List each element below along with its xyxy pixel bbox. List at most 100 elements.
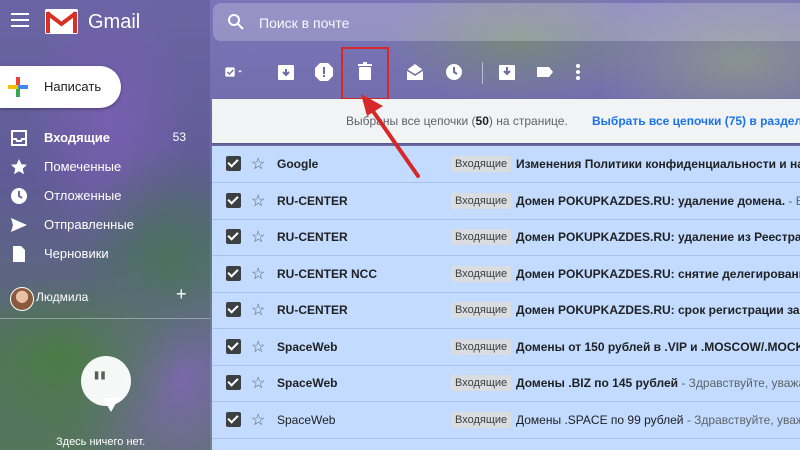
email-row[interactable]: ☆ SpaceWeb Входящие Домены .BIZ по 145 рубл…	[212, 365, 800, 402]
unread-count: 53	[172, 130, 186, 144]
label-badge: Входящие	[451, 229, 512, 245]
email-sender: SpaceWeb	[277, 412, 336, 427]
label-badge: Входящие	[451, 338, 512, 355]
email-sender: SpaceWeb	[277, 376, 338, 390]
email-sender: SpaceWeb	[277, 339, 338, 354]
archive-icon[interactable]	[276, 62, 296, 82]
search-icon[interactable]	[227, 13, 245, 31]
email-sender: Google	[277, 157, 319, 171]
email-subject: Изменения Политики конфиденциальности и …	[516, 157, 800, 171]
row-checkbox[interactable]	[226, 302, 241, 317]
row-checkbox[interactable]	[226, 411, 241, 427]
star-icon[interactable]: ☆	[251, 191, 265, 211]
sidebar-divider	[0, 318, 210, 319]
label-badge: Входящие	[451, 156, 512, 172]
inbox-icon	[11, 130, 27, 146]
nav-item-snoozed[interactable]: Отложенные	[0, 183, 200, 209]
email-subject: Домен POKUPKAZDES.RU: снятие делегирован…	[516, 266, 800, 281]
search-bar[interactable]	[213, 3, 800, 41]
email-row[interactable]: ☆ RU-CENTER Входящие Домен POKUPKAZDES.RU: …	[212, 219, 800, 256]
email-subject: Домен POKUPKAZDES.RU: срок регистрации з…	[516, 303, 800, 317]
email-sender: RU-CENTER NCC	[277, 266, 377, 281]
row-checkbox[interactable]	[226, 229, 241, 244]
nav-item-inbox[interactable]: Входящие 53	[0, 125, 200, 151]
email-subject: Домены от 150 рублей в .VIP и .MOSCOW/.M…	[516, 339, 800, 354]
main-menu-icon[interactable]	[11, 13, 29, 27]
star-icon	[11, 159, 27, 175]
row-checkbox[interactable]	[226, 192, 241, 208]
email-subject: Домены .BIZ по 145 рублей	[516, 376, 678, 390]
draft-icon	[13, 246, 25, 262]
email-row[interactable]: ☆ SpaceWeb Входящие Домены от 150 рублей в …	[212, 329, 800, 366]
row-checkbox[interactable]	[226, 156, 241, 171]
move-to-icon[interactable]	[497, 62, 517, 82]
compose-button[interactable]: Написать	[0, 66, 121, 108]
nav-label: Помеченные	[44, 159, 122, 174]
gmail-logo[interactable]	[45, 9, 78, 34]
nav-item-sent[interactable]: Отправленные	[0, 212, 200, 238]
email-subject-line: Изменения Политики конфиденциальности и …	[516, 157, 800, 171]
email-subject: Домен POKUPKAZDES.RU: удаление из Реестр…	[516, 230, 800, 244]
annotation-arrow	[361, 94, 420, 178]
star-icon[interactable]: ☆	[251, 264, 265, 284]
email-row[interactable]: ☆ RU-CENTER Входящие Домен POKUPKAZDES.RU: …	[212, 183, 800, 220]
select-all-checkbox-icon[interactable]	[224, 62, 244, 82]
label-badge: Входящие	[451, 265, 512, 282]
report-spam-icon[interactable]	[314, 62, 334, 82]
avatar[interactable]	[10, 287, 34, 311]
email-subject: Домен POKUPKAZDES.RU: удаление домена.	[516, 193, 786, 208]
star-icon[interactable]: ☆	[251, 300, 265, 320]
send-icon	[11, 218, 27, 232]
snooze-icon[interactable]	[444, 62, 464, 82]
email-subject-line: Домены .SPACE по 99 рублей - Здравствуйт…	[516, 413, 800, 427]
app-brand: Gmail	[88, 11, 141, 33]
email-subject-line: Домены .BIZ по 145 рублей - Здравствуйте…	[516, 376, 800, 390]
star-icon[interactable]: ☆	[251, 410, 265, 430]
nav-label: Отложенные	[44, 188, 122, 203]
hangouts-empty-text: Здесь ничего нет.	[56, 436, 146, 448]
label-badge: Входящие	[451, 411, 512, 428]
mark-as-read-icon[interactable]	[405, 62, 425, 82]
selection-count: 50	[475, 114, 489, 128]
row-checkbox[interactable]	[226, 338, 241, 354]
selection-banner: Выбраны все цепочки (50) на странице. Вы…	[212, 99, 800, 143]
more-icon[interactable]	[568, 62, 588, 82]
row-checkbox[interactable]	[226, 265, 241, 281]
star-icon[interactable]: ☆	[251, 373, 265, 393]
nav-label: Отправленные	[44, 217, 134, 232]
nav-label: Черновики	[44, 246, 109, 261]
email-sender: RU-CENTER	[277, 230, 348, 244]
delete-icon[interactable]	[355, 62, 375, 82]
add-person-icon[interactable]: +	[176, 284, 187, 305]
email-row[interactable]: ☆ Google Входящие Изменения Политики конфид…	[212, 146, 800, 183]
row-checkbox[interactable]	[226, 375, 241, 390]
label-badge: Входящие	[451, 192, 512, 209]
email-subject-line: Домены от 150 рублей в .VIP и .MOSCOW/.M…	[516, 340, 800, 354]
search-input[interactable]	[257, 12, 661, 34]
plus-icon	[8, 77, 28, 97]
star-icon[interactable]: ☆	[251, 227, 265, 247]
quote-icon: "	[92, 366, 108, 401]
email-sender: RU-CENTER	[277, 193, 348, 208]
label-icon[interactable]	[535, 62, 555, 82]
clock-icon	[11, 188, 27, 204]
star-icon[interactable]: ☆	[251, 154, 265, 174]
select-all-conversations-link[interactable]: Выбрать все цепочки (75) в разделе	[592, 114, 800, 128]
nav-item-starred[interactable]: Помеченные	[0, 154, 200, 180]
email-subject-line: Домен POKUPKAZDES.RU: удаление из Реестр…	[516, 230, 800, 244]
email-snippet: - Здравствуйте, уважаем	[681, 376, 800, 390]
star-icon[interactable]: ☆	[251, 337, 265, 357]
email-snippet: - Е	[788, 193, 800, 208]
nav-label: Входящие	[44, 130, 110, 145]
hangouts-user-name[interactable]: Людмила	[36, 290, 88, 304]
email-row[interactable]: ☆ SpaceWeb Входящие Домены .SPACE по 99 руб…	[212, 402, 800, 439]
email-row[interactable]: ☆ RU-CENTER NCC Входящие Домен POKUPKAZDES.…	[212, 256, 800, 293]
email-subject: Домены .SPACE по 99 рублей	[516, 412, 684, 427]
email-subject-line: Домен POKUPKAZDES.RU: удаление домена. -…	[516, 194, 800, 208]
label-badge: Входящие	[451, 375, 512, 391]
nav-item-drafts[interactable]: Черновики	[0, 241, 200, 267]
email-snippet: - Здравствуйте, уважа	[683, 412, 800, 427]
email-sender: RU-CENTER	[277, 303, 348, 317]
email-row[interactable]: ☆ RU-CENTER Входящие Домен POKUPKAZDES.RU: …	[212, 292, 800, 329]
email-list: ☆ Google Входящие Изменения Политики конфид…	[212, 146, 800, 450]
